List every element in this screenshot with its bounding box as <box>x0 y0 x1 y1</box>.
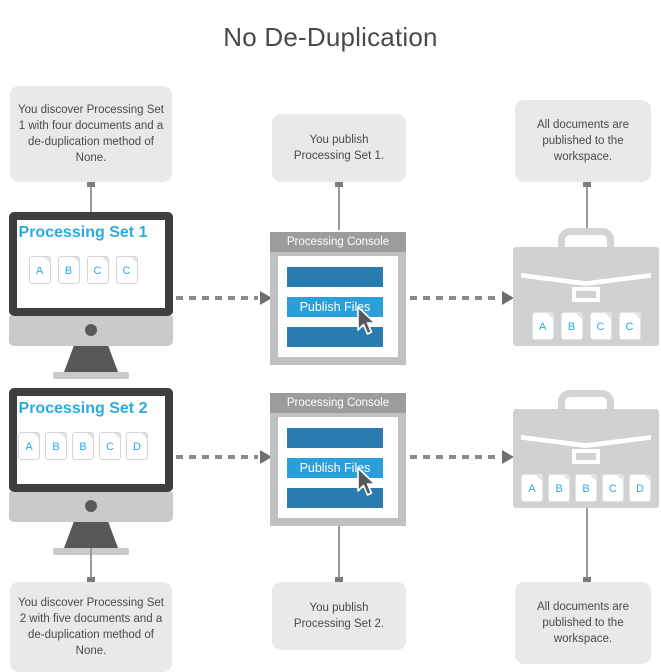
callout-workspace-2-text: All documents are published to the works… <box>536 601 630 645</box>
document-letter: C <box>93 265 102 277</box>
processing-console-1: Processing Console Publish Files <box>270 232 406 365</box>
workspace-documents-1: ABCC <box>513 312 659 340</box>
document-icon: C <box>589 312 612 340</box>
monitor-processing-set-1: Processing Set 1 A B C C <box>9 212 173 379</box>
screen-documents-set-2: ABBCD <box>9 432 157 460</box>
document-icon: B <box>575 474 597 502</box>
flow-dashes <box>410 296 500 300</box>
callout-publish-set-2: You publish Processing Set 2. <box>272 582 406 650</box>
document-letter: C <box>122 265 131 277</box>
flow-arrow-monitor-to-console-2 <box>176 450 272 464</box>
document-letter: B <box>52 441 60 453</box>
document-icon: D <box>629 474 651 502</box>
stem-cap-publish-1 <box>335 182 343 187</box>
monitor-camera-icon <box>85 500 97 512</box>
document-letter: C <box>106 441 114 453</box>
document-letter: C <box>596 321 605 333</box>
briefcase-latch-icon <box>572 287 600 302</box>
document-icon: B <box>45 432 67 460</box>
mouse-cursor-icon <box>357 467 376 496</box>
flow-dashes <box>176 296 258 300</box>
stem-workspace-2 <box>586 508 588 582</box>
document-letter: C <box>625 321 634 333</box>
callout-publish-set-2-text: You publish Processing Set 2. <box>293 602 385 630</box>
console-bar-top-2[interactable] <box>287 428 383 448</box>
monitor-camera-icon <box>85 324 97 336</box>
document-icon: C <box>86 256 109 284</box>
workspace-documents-2: ABBCD <box>513 474 659 502</box>
callout-discover-set-2: You discover Processing Set 2 with five … <box>10 582 172 672</box>
diagram-canvas: No De-Duplication You discover Processin… <box>0 0 661 672</box>
document-icon: A <box>521 474 543 502</box>
stem-cap-workspace-1 <box>583 182 591 187</box>
flow-arrow-console-to-workspace-1 <box>410 291 514 305</box>
stem-publish-1 <box>338 182 340 230</box>
briefcase-latch-icon <box>572 449 600 464</box>
workspace-briefcase-2: ABBCD <box>513 390 659 508</box>
processing-console-2: Processing Console Publish Files <box>270 393 406 526</box>
callout-discover-set-1: You discover Processing Set 1 with four … <box>10 86 172 182</box>
console-bar-top-1[interactable] <box>287 267 383 287</box>
document-letter: B <box>64 265 73 277</box>
workspace-briefcase-1: ABCC <box>513 228 659 346</box>
console-title-1: Processing Console <box>270 232 406 252</box>
document-letter: B <box>582 483 590 495</box>
callout-discover-set-2-text: You discover Processing Set 2 with five … <box>18 597 164 657</box>
document-icon: C <box>602 474 624 502</box>
stem-workspace-1 <box>586 182 588 228</box>
document-letter: D <box>133 441 141 453</box>
monitor-stand-neck <box>64 346 118 372</box>
document-letter: A <box>35 265 44 277</box>
document-icon: D <box>126 432 148 460</box>
monitor-stand-neck <box>64 522 118 548</box>
flow-dashes <box>176 455 258 459</box>
screen-documents-set-1: ABCC <box>9 256 157 284</box>
document-icon: B <box>57 256 80 284</box>
callout-publish-set-1: You publish Processing Set 1. <box>272 114 406 182</box>
document-icon: A <box>531 312 554 340</box>
document-letter: B <box>555 483 563 495</box>
document-icon: C <box>99 432 121 460</box>
document-icon: C <box>618 312 641 340</box>
document-icon: B <box>72 432 94 460</box>
document-letter: A <box>25 441 33 453</box>
document-icon: A <box>18 432 40 460</box>
document-icon: A <box>28 256 51 284</box>
flow-arrow-console-to-workspace-2 <box>410 450 514 464</box>
page-title: No De-Duplication <box>223 22 438 52</box>
document-icon: B <box>560 312 583 340</box>
document-letter: C <box>609 483 617 495</box>
flow-dashes <box>410 455 500 459</box>
document-letter: D <box>636 483 644 495</box>
callout-workspace-1: All documents are published to the works… <box>515 100 651 182</box>
stem-cap-discover-1 <box>87 182 95 187</box>
callout-workspace-1-text: All documents are published to the works… <box>536 119 630 163</box>
callout-publish-set-1-text: You publish Processing Set 1. <box>293 134 385 162</box>
stem-publish-2 <box>338 526 340 582</box>
screen-title-set-2: Processing Set 2 <box>18 400 148 417</box>
document-icon: B <box>548 474 570 502</box>
flow-arrow-monitor-to-console-1 <box>176 291 272 305</box>
monitor-processing-set-2: Processing Set 2 A B B C D <box>9 388 173 555</box>
document-letter: A <box>528 483 536 495</box>
console-title-2: Processing Console <box>270 393 406 413</box>
mouse-cursor-icon <box>357 306 376 335</box>
callout-workspace-2: All documents are published to the works… <box>515 582 651 664</box>
monitor-stand-base <box>53 372 129 379</box>
screen-title-set-1: Processing Set 1 <box>18 224 148 241</box>
document-letter: A <box>538 321 547 333</box>
document-icon: C <box>115 256 138 284</box>
document-letter: B <box>567 321 576 333</box>
document-letter: B <box>79 441 87 453</box>
callout-discover-set-1-text: You discover Processing Set 1 with four … <box>18 104 164 164</box>
